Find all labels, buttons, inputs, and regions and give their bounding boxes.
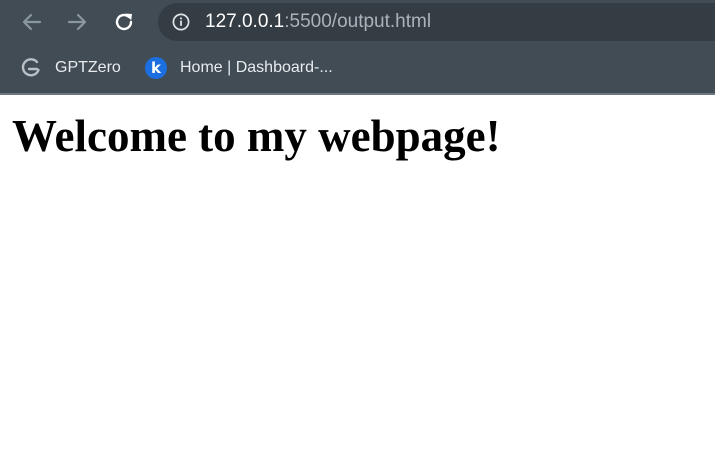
browser-toolbar: 127.0.0.1:5500/output.html [0,0,715,44]
arrow-left-icon [21,11,43,33]
page-content: Welcome to my webpage! [0,95,715,449]
page-heading: Welcome to my webpage! [12,111,501,161]
reload-button[interactable] [109,8,139,36]
gptzero-logo-icon [20,57,42,79]
k-logo-icon: k [145,57,167,79]
bookmark-gptzero[interactable]: GPTZero [20,56,121,80]
forward-button[interactable] [62,8,92,36]
address-bar[interactable]: 127.0.0.1:5500/output.html [158,3,715,41]
reload-icon [113,11,135,33]
bookmark-label: Home | Dashboard-... [180,59,333,76]
info-icon[interactable] [172,13,190,31]
bookmarks-bar: GPTZero k Home | Dashboard-... [0,48,715,88]
back-button[interactable] [17,8,47,36]
bookmark-label: GPTZero [55,59,121,76]
url-path: :5500/output.html [284,11,432,32]
bookmark-home-dashboard[interactable]: k Home | Dashboard-... [145,56,333,80]
url-host: 127.0.0.1 [205,11,285,32]
browser-chrome: 127.0.0.1:5500/output.html GPTZero k Hom… [0,0,715,95]
url-text[interactable]: 127.0.0.1:5500/output.html [205,12,431,32]
arrow-right-icon [66,11,88,33]
